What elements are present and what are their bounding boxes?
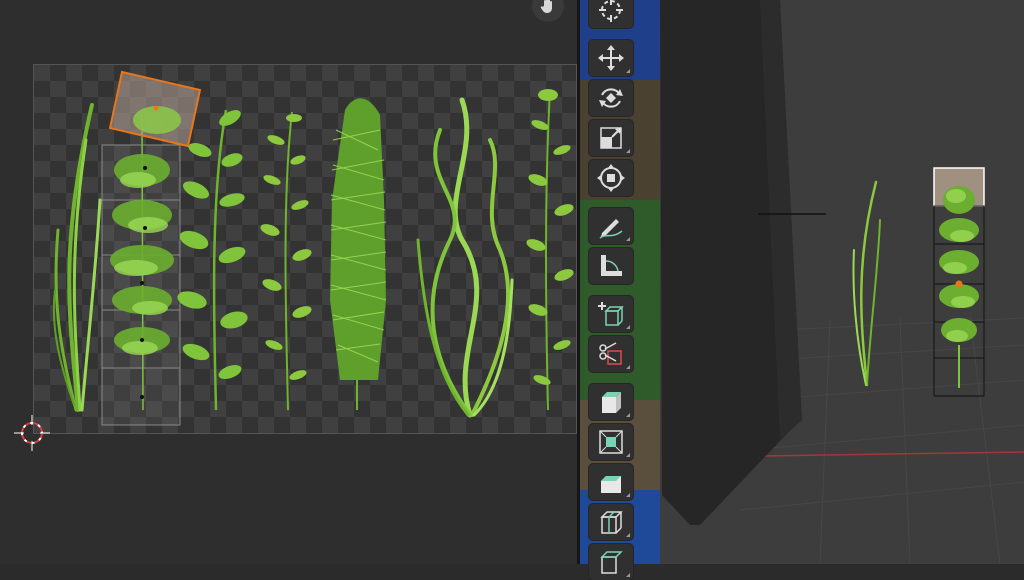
- scale-tool[interactable]: [589, 120, 633, 156]
- move-tool[interactable]: [589, 40, 633, 76]
- add-cube-tool[interactable]: [589, 296, 633, 332]
- extrude-icon: [602, 392, 621, 413]
- knife-tool[interactable]: [589, 336, 633, 372]
- poly-build-icon: [600, 551, 623, 574]
- bevel-tool[interactable]: [589, 464, 633, 500]
- viewport-scene: [580, 0, 1024, 564]
- crosshair-cursor-icon: [599, 0, 623, 22]
- annotate-tool[interactable]: [589, 208, 633, 244]
- rotate-tool[interactable]: [589, 80, 633, 116]
- pencil-icon: [599, 219, 623, 239]
- transform-icon: [597, 164, 625, 192]
- rotate-icon: [599, 88, 623, 108]
- plant-texture-atlas: [14, 70, 574, 451]
- scale-icon: [600, 127, 622, 149]
- inset-tool[interactable]: [589, 424, 633, 460]
- x-axis-line: [759, 451, 1024, 457]
- poly-build-tool[interactable]: [589, 544, 633, 580]
- loop-cut-tool[interactable]: [589, 504, 633, 540]
- wavy-grass-plant: [416, 97, 514, 418]
- extrude-tool[interactable]: [589, 384, 633, 420]
- uv-island-bushy-plant: [101, 70, 202, 426]
- leafy-stem-plant: [177, 109, 248, 411]
- uv-2d-cursor-icon[interactable]: [14, 415, 50, 451]
- 3d-viewport[interactable]: [580, 0, 1024, 564]
- hand-icon: [540, 0, 552, 13]
- inset-icon: [599, 430, 623, 454]
- knife-icon: [599, 342, 622, 365]
- move-arrows-icon: [598, 45, 624, 71]
- measure-tool[interactable]: [589, 248, 633, 284]
- cursor-tool[interactable]: [589, 0, 633, 28]
- leafy-stem-right-plant: [526, 89, 574, 411]
- horsetail-plant: [330, 98, 387, 410]
- uv-editor[interactable]: [0, 0, 577, 564]
- loop-cut-icon: [600, 511, 623, 534]
- transform-tool[interactable]: [589, 160, 633, 196]
- add-cube-icon: [598, 302, 624, 326]
- plant-card-object[interactable]: [933, 167, 985, 397]
- ruler-icon: [601, 255, 622, 276]
- grass-blade-plant: [52, 103, 102, 412]
- small-leaf-stem-plant: [260, 111, 312, 411]
- bevel-icon: [601, 476, 621, 493]
